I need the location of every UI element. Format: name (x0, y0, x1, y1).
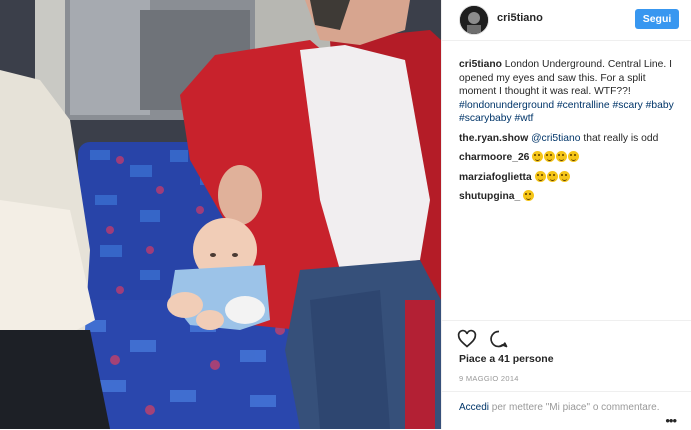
hashtag[interactable]: #wtf (515, 113, 534, 124)
comment-author[interactable]: the.ryan.show (459, 133, 528, 144)
comment: marziafoglietta (459, 170, 681, 185)
post-actions: Piace a 41 persone 9 MAGGIO 2014 Accedi … (442, 320, 691, 430)
comment-text: that really is odd (583, 132, 659, 144)
comment-author[interactable]: shutupgina_ (459, 191, 520, 202)
crying-laughing-emoji-icon (532, 151, 544, 162)
more-options-icon[interactable]: ••• (665, 413, 677, 428)
comments-section: cri5tiano London Underground. Central Li… (459, 58, 681, 210)
follow-button[interactable]: Segui (635, 9, 679, 29)
comment-bubble-icon[interactable] (489, 329, 509, 349)
login-link[interactable]: Accedi (459, 402, 489, 413)
login-prompt: Accedi per mettere "Mi piace" o commenta… (442, 391, 691, 414)
smiling-emoji-icon (534, 170, 546, 182)
comment: shutupgina_ (459, 190, 681, 204)
caption-author[interactable]: cri5tiano (459, 59, 502, 70)
comment-mention[interactable]: @cri5tiano (531, 133, 580, 144)
crying-laughing-emoji-icon (544, 151, 556, 162)
smiling-emoji-icon (546, 170, 558, 182)
likes-count[interactable]: Piace a 41 persone (459, 353, 554, 365)
comment: the.ryan.show @cri5tiano that really is … (459, 132, 681, 146)
hashtag[interactable]: #scarybaby (459, 113, 512, 124)
hashtag[interactable]: #londonunderground (459, 100, 554, 111)
hashtag[interactable]: #centralline (557, 100, 610, 111)
username-link[interactable]: cri5tiano (497, 12, 543, 24)
caption: cri5tiano London Underground. Central Li… (459, 58, 681, 126)
comment: charmoore_26 (459, 151, 681, 165)
post-date: 9 MAGGIO 2014 (459, 374, 519, 383)
smiling-emoji-icon (558, 170, 570, 182)
post-photo (0, 0, 441, 429)
crying-laughing-emoji-icon (568, 151, 580, 162)
post-sidebar: cri5tiano Segui cri5tiano London Undergr… (441, 0, 691, 429)
crying-laughing-emoji-icon (556, 151, 568, 162)
comment-author[interactable]: marziafoglietta (459, 172, 532, 183)
post-header: cri5tiano Segui (442, 0, 691, 41)
screaming-emoji-icon (523, 190, 535, 201)
hashtag[interactable]: #scary (612, 100, 642, 111)
login-prompt-text: per mettere "Mi piace" o commentare. (489, 402, 660, 413)
hashtag[interactable]: #baby (646, 100, 674, 111)
heart-icon[interactable] (457, 329, 477, 349)
avatar[interactable] (459, 5, 489, 35)
comment-author[interactable]: charmoore_26 (459, 152, 529, 163)
